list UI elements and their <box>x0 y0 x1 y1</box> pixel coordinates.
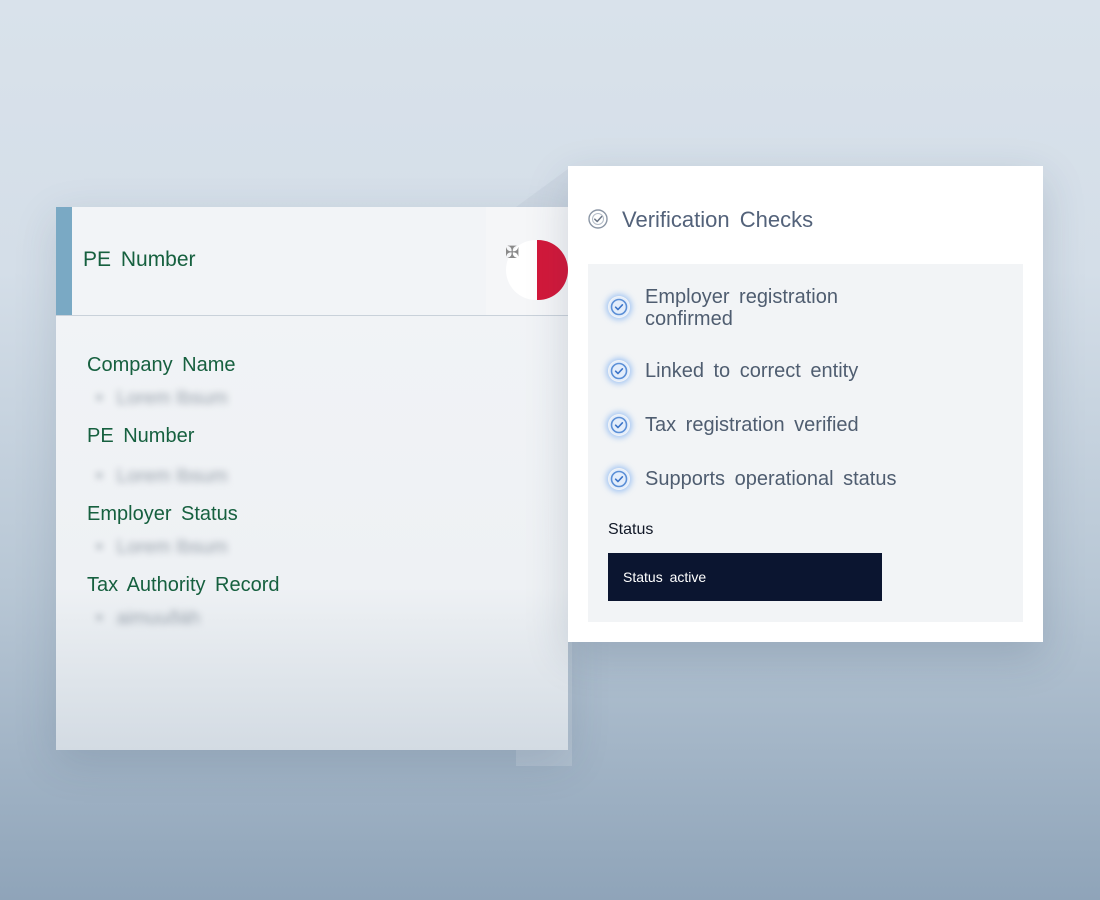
check-text: Supports operational status <box>645 468 897 490</box>
checks-panel: Employer registration confirmed Linked t… <box>588 264 1023 622</box>
flag-icon: ✠ <box>486 207 568 315</box>
field-label-tax-authority-record: Tax Authority Record <box>87 574 280 596</box>
verification-card: Verification Checks Employer registratio… <box>568 166 1043 642</box>
field-value-tax-authority-record: aimuuðàh <box>96 608 200 630</box>
field-label-pe-number: PE Number <box>87 425 195 447</box>
status-badge: Status active <box>608 553 882 601</box>
verification-title: Verification Checks <box>622 207 814 232</box>
field-value-company-name: Lorem Ibsum <box>96 388 228 410</box>
field-label-employer-status: Employer Status <box>87 503 238 525</box>
record-card: PE Number ✠ Company Name Lorem Ibsum PE … <box>56 207 568 750</box>
shield-check-icon <box>588 209 608 229</box>
field-label-company-name: Company Name <box>87 354 236 376</box>
flag-red-half <box>537 240 568 300</box>
field-value-employer-status: Lorem Ibsum <box>96 537 228 559</box>
field-value-pe-number: Lorem Ibsum <box>96 466 228 488</box>
check-text: Employer registration confirmed <box>645 286 838 330</box>
status-label: Status <box>608 521 654 538</box>
check-text: Linked to correct entity <box>645 360 859 382</box>
check-circle-icon <box>609 415 629 435</box>
check-text: Tax registration verified <box>645 414 859 436</box>
flag-emblem-icon: ✠ <box>505 243 520 262</box>
check-circle-icon <box>609 297 629 317</box>
record-header-title: PE Number <box>83 248 196 271</box>
record-header: PE Number ✠ <box>56 207 568 316</box>
check-circle-icon <box>609 361 629 381</box>
accent-bar <box>56 207 72 315</box>
check-circle-icon <box>609 469 629 489</box>
